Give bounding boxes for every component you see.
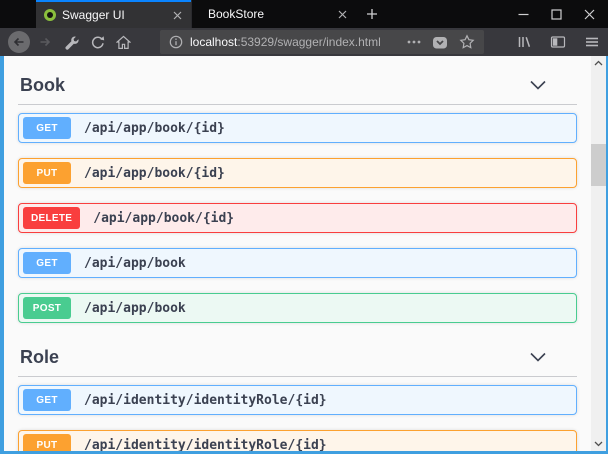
tab-close-icon[interactable] — [169, 7, 186, 24]
method-badge: GET — [23, 117, 71, 139]
operation-path: /api/identity/identityRole/{id} — [84, 393, 327, 408]
section-title: Book — [20, 74, 65, 96]
tools-button[interactable] — [58, 29, 84, 55]
scroll-down-button[interactable] — [591, 436, 606, 451]
page-viewport: Book GET /api/app/book/{id} PUT /api/app… — [0, 56, 608, 454]
url-actions — [407, 34, 475, 50]
site-info-icon[interactable] — [169, 35, 183, 49]
section-header[interactable]: Role — [14, 338, 579, 368]
section-title: Role — [20, 346, 59, 368]
operation-row[interactable]: GET /api/app/book — [18, 248, 577, 278]
reload-icon — [90, 35, 105, 50]
toolbar-right-icons — [516, 35, 600, 49]
chevron-up-icon — [592, 57, 605, 70]
library-icon[interactable] — [516, 35, 532, 49]
operation-row[interactable]: DELETE /api/app/book/{id} — [18, 203, 577, 233]
operation-path: /api/app/book — [84, 256, 186, 271]
method-badge: POST — [23, 297, 71, 319]
method-badge: GET — [23, 389, 71, 411]
plus-icon — [365, 7, 379, 21]
operation-path: /api/identity/identityRole/{id} — [84, 438, 327, 452]
operation-row[interactable]: GET /api/app/book/{id} — [18, 113, 577, 143]
close-window-button[interactable] — [573, 0, 606, 28]
bookmark-star-icon[interactable] — [459, 34, 475, 50]
sidebar-icon[interactable] — [550, 35, 566, 49]
operation-path: /api/app/book/{id} — [93, 211, 234, 226]
page-actions-icon[interactable] — [407, 40, 421, 44]
back-button[interactable] — [6, 29, 32, 55]
tab-title: BookStore — [208, 7, 334, 21]
swagger-page: Book GET /api/app/book/{id} PUT /api/app… — [4, 56, 591, 451]
hamburger-menu-icon[interactable] — [584, 35, 600, 49]
operation-path: /api/app/book/{id} — [84, 121, 225, 136]
chevron-down-icon[interactable] — [529, 351, 547, 363]
tab-bar: Swagger UI BookStore — [0, 0, 608, 28]
home-button[interactable] — [110, 29, 136, 55]
url-text[interactable]: localhost:53929/swagger/index.html — [190, 35, 407, 49]
operation-row[interactable]: PUT /api/app/book/{id} — [18, 158, 577, 188]
browser-window: Swagger UI BookStore — [0, 0, 608, 454]
operation-row[interactable]: GET /api/identity/identityRole/{id} — [18, 385, 577, 415]
minimize-button[interactable] — [507, 0, 540, 28]
section-role: Role GET /api/identity/identityRole/{id}… — [4, 338, 591, 451]
chevron-down-icon[interactable] — [529, 79, 547, 91]
scrollbar-thumb[interactable] — [591, 144, 606, 186]
operation-row[interactable]: POST /api/app/book — [18, 293, 577, 323]
section-book: Book GET /api/app/book/{id} PUT /api/app… — [4, 56, 591, 323]
operation-row[interactable]: PUT /api/identity/identityRole/{id} — [18, 430, 577, 451]
url-path: :53929/swagger/index.html — [237, 35, 380, 49]
tab-close-icon[interactable] — [334, 6, 351, 23]
url-bar[interactable]: localhost:53929/swagger/index.html — [160, 30, 484, 54]
close-icon — [584, 9, 595, 20]
operation-list: GET /api/identity/identityRole/{id} PUT … — [14, 377, 579, 451]
url-host: localhost — [190, 35, 237, 49]
minimize-icon — [518, 9, 529, 20]
reload-button[interactable] — [84, 29, 110, 55]
back-arrow-icon — [8, 31, 30, 53]
method-badge: PUT — [23, 434, 71, 451]
tab-bookstore[interactable]: BookStore — [191, 0, 356, 28]
method-badge: GET — [23, 252, 71, 274]
method-badge: DELETE — [23, 207, 80, 229]
forward-arrow-icon — [38, 35, 52, 49]
home-icon — [116, 35, 131, 50]
maximize-icon — [551, 9, 562, 20]
titlebar-drag-space — [0, 0, 36, 28]
operation-path: /api/app/book/{id} — [84, 166, 225, 181]
scroll-up-button[interactable] — [591, 56, 606, 71]
wrench-icon — [64, 35, 79, 50]
page-scrollbar[interactable] — [591, 56, 606, 451]
method-badge: PUT — [23, 162, 71, 184]
operation-path: /api/app/book — [84, 301, 186, 316]
tab-title: Swagger UI — [62, 8, 169, 22]
swagger-favicon-icon — [44, 9, 56, 21]
section-header[interactable]: Book — [14, 56, 579, 96]
maximize-button[interactable] — [540, 0, 573, 28]
new-tab-button[interactable] — [356, 0, 388, 28]
pocket-icon[interactable] — [432, 35, 448, 50]
tab-swagger-ui[interactable]: Swagger UI — [36, 0, 191, 28]
navigation-toolbar: localhost:53929/swagger/index.html — [0, 28, 608, 56]
forward-button[interactable] — [32, 29, 58, 55]
window-controls — [507, 0, 608, 28]
operation-list: GET /api/app/book/{id} PUT /api/app/book… — [14, 105, 579, 323]
chevron-down-icon — [592, 437, 605, 450]
